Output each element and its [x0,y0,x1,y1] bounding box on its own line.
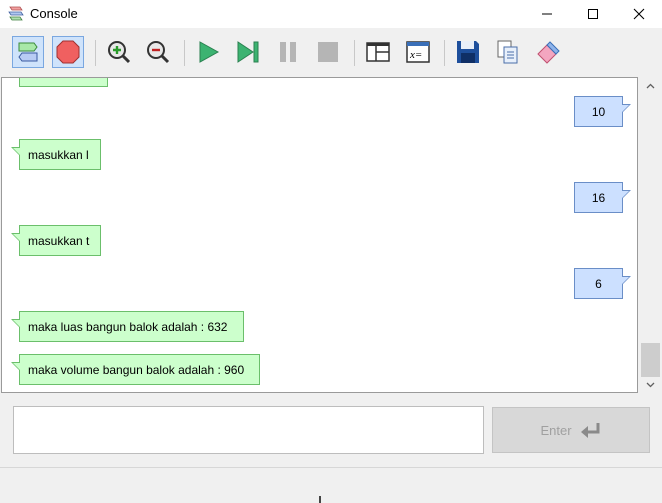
bubble-tail [11,147,20,156]
title-bar: Console [0,0,662,28]
message-text: 10 [591,104,606,119]
message-text: masukkan t [28,233,90,248]
stop-octagon-icon [56,40,80,64]
minimize-icon [542,13,552,15]
console-message-output-bubble: 16 [574,182,631,213]
vertical-scrollbar[interactable] [639,77,662,393]
pause-button[interactable] [272,36,304,68]
clear-button[interactable] [532,36,564,68]
message-text: maka volume bangun balok adalah : 960 [28,362,245,377]
console-message-input-bubble: maka luas bangun balok adalah : 632 [11,311,244,342]
scroll-up-button[interactable] [639,77,662,94]
scroll-down-button[interactable] [639,376,662,393]
console-app-icon [8,6,24,21]
bubble-tail [622,276,631,285]
console-message-input-bubble: masukkan t [11,225,101,256]
save-button[interactable] [452,36,484,68]
layout-panels-icon [366,42,390,62]
copy-icon [497,40,518,64]
close-button[interactable] [616,0,662,28]
maximize-button[interactable] [570,0,616,28]
status-bar [0,467,662,503]
zoom-out-button[interactable] [142,36,174,68]
enter-button-label: Enter [540,422,572,438]
message-text: 16 [591,190,606,205]
stop-button[interactable] [52,36,84,68]
console-output[interactable]: 10 masukkan l 16 masukkan t 6 maka luas … [1,77,638,393]
console-message-input-bubble: maka volume bangun balok adalah : 960 [11,354,260,385]
bubble-tail [11,233,20,242]
play-icon [199,41,220,63]
bubble-tail [11,362,20,371]
enter-return-icon [580,423,600,438]
toggle-bubble-view-button[interactable] [12,36,44,68]
eraser-icon [537,41,560,64]
bubble-tail [622,104,631,113]
scrollbar-thumb[interactable] [641,343,660,377]
variables-button[interactable]: x= [402,36,434,68]
window-title: Console [30,6,78,21]
message-text: maka luas bangun balok adalah : 632 [28,319,228,334]
console-message-input-bubble [19,78,108,87]
enter-button[interactable]: Enter [492,407,650,453]
zoom-in-button[interactable] [103,36,135,68]
toolbar: x= [0,28,662,76]
toolbar-separator [184,40,185,66]
chevron-up-icon [646,83,655,88]
variables-icon: x= [406,41,430,63]
close-icon [633,8,645,20]
toolbar-separator [95,40,96,66]
maximize-icon [588,9,598,19]
floppy-disk-icon [457,41,479,63]
pause-icon [280,42,296,62]
speech-bubbles-icon [18,42,38,62]
svg-text:x=: x= [409,49,422,61]
message-text: 6 [595,276,602,291]
layout-button[interactable] [362,36,394,68]
console-input-field[interactable] [13,406,484,454]
toolbar-separator [444,40,445,66]
run-button[interactable] [192,36,224,68]
bubble-tail [622,190,631,199]
message-text: masukkan l [28,147,89,162]
halt-button[interactable] [312,36,344,68]
bubble-tail [11,319,20,328]
console-message-input-bubble: masukkan l [11,139,101,170]
console-message-output-bubble: 10 [574,96,631,127]
step-button[interactable] [232,36,264,68]
chevron-down-icon [646,382,655,387]
square-stop-icon [318,42,338,62]
console-message-output-bubble: 6 [574,268,631,299]
step-forward-icon [237,41,259,63]
minimize-button[interactable] [524,0,570,28]
zoom-out-icon [147,41,170,64]
zoom-in-icon [108,41,131,64]
toolbar-separator [354,40,355,66]
copy-button[interactable] [492,36,524,68]
